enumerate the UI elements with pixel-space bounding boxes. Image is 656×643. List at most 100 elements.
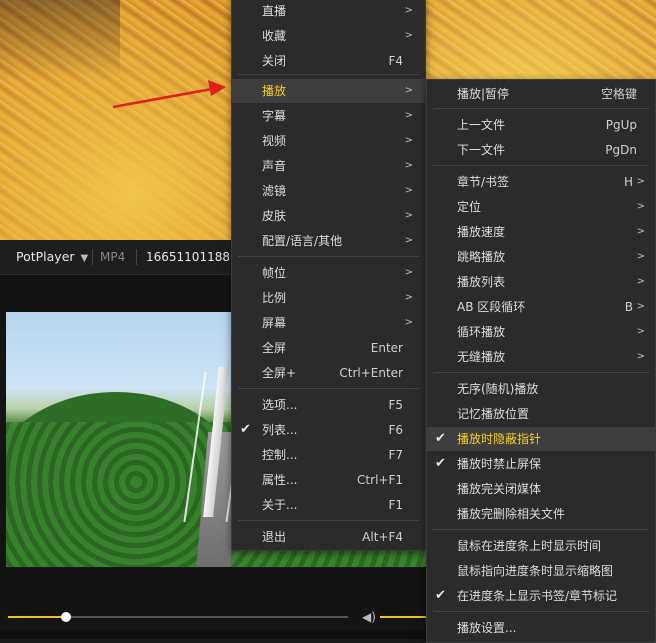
menu-separator	[433, 108, 649, 109]
menu-item[interactable]: 播放完关闭媒体	[427, 477, 655, 501]
menu-item-label: 播放列表	[457, 275, 506, 289]
menu-separator	[433, 165, 649, 166]
menu-item[interactable]: 皮肤 >	[232, 204, 425, 228]
menu-item[interactable]: 比例 >	[232, 286, 425, 310]
menu-item-label: 定位	[457, 200, 482, 214]
chevron-right-icon: >	[404, 160, 413, 171]
menu-item[interactable]: 退出 Alt+F4	[232, 525, 425, 549]
menu-item[interactable]: 定位 >	[427, 195, 655, 219]
checkmark-icon: ✔	[435, 588, 446, 603]
chevron-right-icon: >	[404, 210, 413, 221]
menu-item-label: 列表...	[262, 423, 298, 437]
menu-item-shortcut: F1	[388, 498, 403, 512]
menu-item[interactable]: 鼠标在进度条上时显示时间	[427, 534, 655, 558]
menu-separator	[238, 256, 419, 257]
menu-item[interactable]: 无序(随机)播放	[427, 377, 655, 401]
chevron-right-icon: >	[404, 135, 413, 146]
chevron-right-icon: >	[404, 317, 413, 328]
checkmark-icon: ✔	[435, 431, 446, 446]
menu-item[interactable]: ✔ 列表... F6	[232, 418, 425, 442]
chevron-right-icon: >	[404, 185, 413, 196]
menu-item[interactable]: 跳略播放 >	[427, 245, 655, 269]
menu-item-shortcut: Ctrl+Enter	[339, 366, 403, 380]
menu-item-label: 播放完关闭媒体	[457, 482, 542, 496]
chevron-right-icon: >	[636, 326, 645, 337]
chevron-right-icon: >	[636, 351, 645, 362]
menu-item-shortcut: B	[624, 300, 633, 314]
chevron-right-icon: >	[636, 201, 645, 212]
menu-item[interactable]: 帧位 >	[232, 261, 425, 285]
menu-item[interactable]: 关闭 F4	[232, 49, 425, 73]
menu-separator	[238, 74, 419, 75]
menu-item-label: 播放设置...	[457, 621, 517, 635]
chevron-right-icon: >	[404, 5, 413, 16]
menu-item[interactable]: 下一文件 PgDn	[427, 138, 655, 162]
menu-item[interactable]: 章节/书签 H >	[427, 170, 655, 194]
menu-item[interactable]: 循环播放 >	[427, 320, 655, 344]
menu-item-label: 下一文件	[457, 143, 506, 157]
menu-item-shortcut: Ctrl+F1	[357, 473, 403, 487]
chevron-right-icon: >	[636, 226, 645, 237]
menu-item[interactable]: 记忆播放位置	[427, 402, 655, 426]
menu-item-shortcut: F5	[388, 398, 403, 412]
menu-item-label: 播放|暂停	[457, 87, 510, 101]
menu-item[interactable]: 播放|暂停 空格键	[427, 82, 655, 106]
playback-submenu: 播放|暂停 空格键 上一文件 PgUp 下一文件 PgDn 章节/书签 H > 定位 > 播放速度 > 跳…	[426, 79, 656, 643]
menu-item[interactable]: 属性... Ctrl+F1	[232, 468, 425, 492]
menu-item[interactable]: 关于... F1	[232, 493, 425, 517]
menu-item-shortcut: Alt+F4	[362, 530, 403, 544]
menu-item[interactable]: 字幕 >	[232, 104, 425, 128]
menu-item-shortcut: PgUp	[605, 118, 637, 132]
menu-item-label: AB 区段循环	[457, 300, 526, 314]
menu-item-label: 收藏	[262, 29, 287, 43]
chevron-right-icon: >	[404, 85, 413, 96]
chevron-right-icon: >	[636, 251, 645, 262]
menu-item[interactable]: 鼠标指向进度条时显示缩略图	[427, 559, 655, 583]
menu-item-label: 皮肤	[262, 209, 287, 223]
menu-item[interactable]: ✔ 在进度条上显示书签/章节标记	[427, 584, 655, 608]
menu-item[interactable]: 全屏+ Ctrl+Enter	[232, 361, 425, 385]
menu-item[interactable]: ✔ 播放时隐蔽指针	[427, 427, 655, 451]
menu-item[interactable]: 选项... F5	[232, 393, 425, 417]
menu-item[interactable]: 声音 >	[232, 154, 425, 178]
menu-item[interactable]: 配置/语言/其他 >	[232, 229, 425, 253]
menu-item-label: 屏幕	[262, 316, 287, 330]
menu-item[interactable]: 播放列表 >	[427, 270, 655, 294]
menu-item[interactable]: 视频 >	[232, 129, 425, 153]
chevron-right-icon: >	[636, 301, 645, 312]
checkmark-icon: ✔	[435, 456, 446, 471]
menu-item[interactable]: 播放完删除相关文件	[427, 502, 655, 526]
menu-item[interactable]: 直播 >	[232, 0, 425, 23]
menu-item-label: 比例	[262, 291, 287, 305]
menu-item[interactable]: 屏幕 >	[232, 311, 425, 335]
menu-item[interactable]: 上一文件 PgUp	[427, 113, 655, 137]
menu-item-label: 退出	[262, 530, 287, 544]
menu-item[interactable]: ✔ 播放时禁止屏保	[427, 452, 655, 476]
chevron-right-icon: >	[636, 276, 645, 287]
menu-item-label: 上一文件	[457, 118, 506, 132]
menu-item-label: 字幕	[262, 109, 287, 123]
menu-item[interactable]: 播放设置...	[427, 616, 655, 640]
menu-item-shortcut: PgDn	[605, 143, 637, 157]
menu-separator	[433, 611, 649, 612]
menu-item[interactable]: 全屏 Enter	[232, 336, 425, 360]
menu-item-label: 记忆播放位置	[457, 407, 530, 421]
chevron-right-icon: >	[404, 30, 413, 41]
menu-item-label: 无序(随机)播放	[457, 382, 539, 396]
menu-item[interactable]: 控制... F7	[232, 443, 425, 467]
menu-item-shortcut: F6	[388, 423, 403, 437]
menu-item-shortcut: F4	[388, 54, 403, 68]
menu-item[interactable]: AB 区段循环 B >	[427, 295, 655, 319]
menu-item[interactable]: 播放速度 >	[427, 220, 655, 244]
chevron-right-icon: >	[404, 267, 413, 278]
menu-item-label: 播放速度	[457, 225, 506, 239]
chevron-right-icon: >	[404, 110, 413, 121]
menu-item[interactable]: 无缝播放 >	[427, 345, 655, 369]
menu-item[interactable]: 播放 >	[232, 79, 425, 103]
chevron-right-icon: >	[636, 176, 645, 187]
menu-item-label: 视频	[262, 134, 287, 148]
menu-item-label: 帧位	[262, 266, 287, 280]
menu-item[interactable]: 收藏 >	[232, 24, 425, 48]
menu-item-label: 选项...	[262, 398, 298, 412]
menu-item[interactable]: 滤镜 >	[232, 179, 425, 203]
